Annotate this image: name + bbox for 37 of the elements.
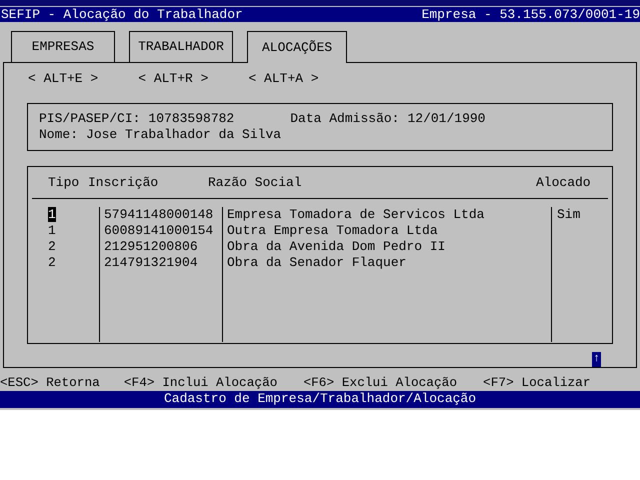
table-cell: 212951200806 [104, 239, 198, 254]
table-cell: Sim [557, 207, 580, 222]
tab[interactable]: EMPRESAS [11, 31, 115, 62]
table-cell[interactable]: 2 [48, 239, 56, 254]
column-header: Inscrição [88, 174, 160, 190]
name-label: Nome: [39, 127, 78, 143]
table-cell: Obra da Senador Flaquer [227, 255, 406, 270]
shortcut-hint: < ALT+A > [248, 71, 319, 87]
table-cell[interactable]: 2 [48, 255, 56, 270]
table-cell[interactable]: 1 [48, 207, 56, 222]
shortcut-hint: < ALT+E > [28, 71, 98, 87]
table-cell: Obra da Avenida Dom Pedro II [227, 239, 446, 254]
window-title: SEFIP - Alocação do Trabalhador [1, 7, 243, 22]
table-cell: Empresa Tomadora de Servicos Ltda [227, 207, 484, 222]
table-cell: 214791321904 [104, 255, 198, 270]
column-header: Tipo [47, 174, 80, 190]
column-header: Alocado [536, 174, 591, 190]
status-text: Cadastro de Empresa/Trabalhador/Alocação [164, 391, 476, 406]
company-id: Empresa - 53.155.073/0001-19 [422, 7, 640, 22]
name-value: Jose Trabalhador da Silva [86, 127, 282, 143]
function-key-hint: <F4> Inclui Alocação [124, 375, 278, 391]
shortcut-hint: < ALT+R > [138, 71, 208, 87]
table-cell: 60089141000154 [104, 223, 214, 238]
tab[interactable]: ALOCAÇÕES [247, 31, 348, 63]
tab[interactable]: TRABALHADOR [129, 31, 233, 62]
pis-label: PIS/PASEP/CI: [39, 111, 140, 127]
admission-label: Data Admissão: [290, 111, 400, 127]
table-cell: 57941148000148 [104, 207, 214, 222]
scroll-up-indicator[interactable]: ↑ [592, 352, 601, 367]
table-cell[interactable]: 1 [48, 223, 56, 238]
function-key-hint: <F7> Localizar [483, 375, 591, 391]
pis-value: 10783598782 [148, 111, 234, 127]
function-key-hint: <ESC> Retorna [0, 375, 100, 391]
function-key-hint: <F6> Exclui Alocação [303, 375, 458, 391]
column-header: Razão Social [208, 174, 303, 190]
admission-value: 12/01/1990 [407, 111, 486, 127]
table-cell: Outra Empresa Tomadora Ltda [227, 223, 438, 238]
